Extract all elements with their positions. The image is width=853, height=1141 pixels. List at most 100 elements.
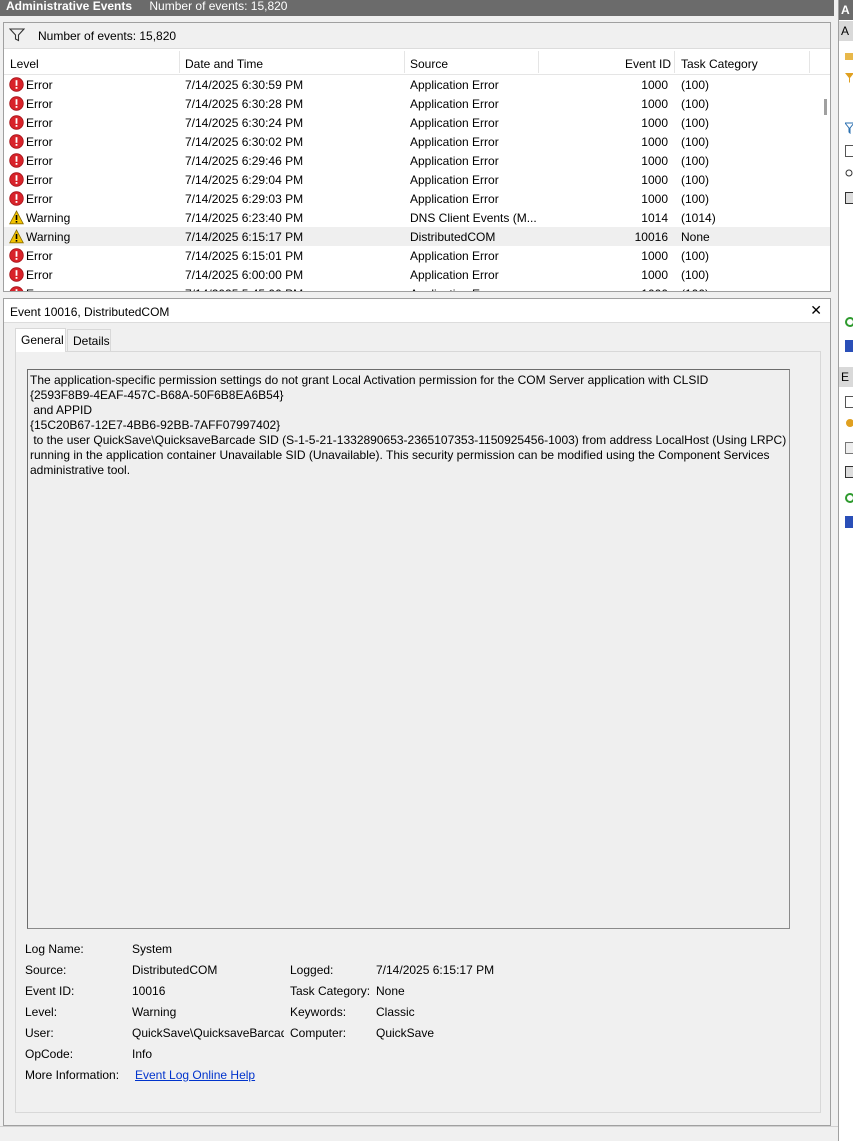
cell-level: Error (26, 173, 53, 187)
cell-source: DistributedCOM (410, 230, 496, 244)
column-event-id[interactable]: Event ID (625, 57, 671, 71)
keywords-label: Keywords: (290, 1005, 347, 1019)
refresh-icon[interactable] (845, 316, 853, 328)
cell-source: Application Error (410, 154, 499, 168)
filter-icon[interactable] (845, 72, 853, 84)
table-row[interactable]: Error 7/14/2025 6:00:00 PM Application Err… (4, 265, 830, 284)
save-selected-icon[interactable] (845, 466, 853, 478)
table-row[interactable]: Error 7/14/2025 6:30:24 PM Application Err… (4, 113, 830, 132)
table-row[interactable]: Error 7/14/2025 6:29:03 PM Application Err… (4, 189, 830, 208)
cell-date-time: 7/14/2025 6:23:40 PM (185, 211, 304, 225)
help-icon[interactable] (845, 516, 853, 528)
error-icon (9, 96, 24, 111)
opcode-value: Info (132, 1047, 153, 1061)
column-separator[interactable] (404, 51, 405, 73)
cell-event-id: 1000 (641, 116, 668, 130)
attach-task-icon[interactable] (845, 418, 853, 430)
cell-source: Application Error (410, 268, 499, 282)
table-row[interactable]: Error 7/14/2025 6:30:02 PM Application Err… (4, 132, 830, 151)
table-row[interactable]: Error 7/14/2025 6:29:46 PM Application Err… (4, 151, 830, 170)
status-strip (0, 1126, 838, 1141)
column-level[interactable]: Level (10, 57, 39, 71)
save-events-icon[interactable] (845, 192, 853, 204)
cell-level: Error (26, 78, 53, 92)
cell-level: Error (26, 192, 53, 206)
column-separator[interactable] (674, 51, 675, 73)
keywords-value: Classic (376, 1005, 415, 1019)
cell-date-time: 7/14/2025 6:00:00 PM (185, 268, 304, 282)
table-row[interactable]: Warning 7/14/2025 6:23:40 PM DNS Client Ev… (4, 208, 830, 227)
cell-date-time: 7/14/2025 6:30:24 PM (185, 116, 304, 130)
refresh-icon[interactable] (845, 492, 853, 504)
error-icon (9, 286, 24, 291)
cell-level: Warning (26, 211, 71, 225)
message-line: and APPID (30, 403, 93, 417)
event-properties-icon[interactable] (845, 396, 853, 408)
cell-source: Application Error (410, 173, 499, 187)
warning-icon (9, 210, 24, 225)
event-log-help-link[interactable]: Event Log Online Help (135, 1068, 255, 1082)
error-icon (9, 134, 24, 149)
cell-date-time: 7/14/2025 6:15:01 PM (185, 249, 304, 263)
cell-date-time: 7/14/2025 6:29:46 PM (185, 154, 304, 168)
find-icon[interactable] (845, 168, 853, 180)
column-separator[interactable] (538, 51, 539, 73)
cell-date-time: 7/14/2025 6:30:02 PM (185, 135, 304, 149)
open-folder-icon[interactable] (845, 50, 853, 62)
actions-subheader[interactable]: A (839, 21, 853, 41)
user-value: QuickSave\QuicksaveBarcad (132, 1026, 284, 1040)
error-icon (9, 153, 24, 168)
event-detail-panel: Event 10016, DistributedCOM ✕ General De… (3, 298, 831, 1126)
column-date-time[interactable]: Date and Time (185, 57, 263, 71)
copy-icon[interactable] (845, 442, 853, 454)
log-name-label: Log Name: (25, 942, 84, 956)
user-label: User: (25, 1026, 54, 1040)
cell-date-time: 7/14/2025 6:29:04 PM (185, 173, 304, 187)
task-category-value: None (376, 984, 405, 998)
table-row[interactable]: Error 7/14/2025 5:45:00 PM Application Err… (4, 284, 830, 291)
event-actions-header[interactable]: E (839, 367, 853, 387)
cell-event-id: 1000 (641, 173, 668, 187)
help-icon[interactable] (845, 340, 853, 352)
cell-source: DNS Client Events (M... (410, 211, 537, 225)
tab-general[interactable]: General (15, 328, 66, 352)
level-label: Level: (25, 1005, 58, 1019)
list-scrollbar-thumb[interactable] (824, 99, 827, 115)
event-list-panel: Number of events: 15,820 Level Date and … (3, 22, 831, 292)
filter-current-log-icon[interactable] (845, 122, 853, 134)
table-row[interactable]: Error 7/14/2025 6:15:01 PM Application Err… (4, 246, 830, 265)
cell-task-category: (100) (681, 78, 710, 92)
column-separator[interactable] (809, 51, 810, 73)
column-source[interactable]: Source (410, 57, 448, 71)
close-icon[interactable]: ✕ (810, 302, 822, 319)
cell-date-time: 7/14/2025 6:30:28 PM (185, 97, 304, 111)
message-line: administrative tool. (30, 463, 131, 477)
more-info-label: More Information: (25, 1068, 120, 1082)
filter-icon[interactable] (9, 28, 25, 42)
error-icon (9, 115, 24, 130)
actions-header[interactable]: A (839, 0, 853, 20)
cell-source: Application Error (410, 116, 499, 130)
computer-value: QuickSave (376, 1026, 435, 1040)
cell-date-time: 7/14/2025 6:30:59 PM (185, 78, 304, 92)
event-id-label: Event ID: (25, 984, 75, 998)
table-row[interactable]: Error 7/14/2025 6:30:59 PM Application Err… (4, 75, 830, 94)
table-row[interactable]: Warning 7/14/2025 6:15:17 PM DistributedCO… (4, 227, 830, 246)
event-id-value: 10016 (132, 984, 166, 998)
event-rows: Error 7/14/2025 6:30:59 PM Application Err… (4, 75, 830, 291)
cell-event-id: 1000 (641, 97, 668, 111)
properties-icon[interactable] (845, 145, 853, 157)
event-message[interactable]: The application-specific permission sett… (27, 369, 790, 929)
table-row[interactable]: Error 7/14/2025 6:30:28 PM Application Err… (4, 94, 830, 113)
column-separator[interactable] (179, 51, 180, 73)
filter-bar: Number of events: 15,820 (4, 23, 830, 49)
task-category-label: Task Category: (290, 984, 371, 998)
cell-task-category: (100) (681, 135, 710, 149)
cell-task-category: (100) (681, 287, 709, 291)
cell-event-id: 1000 (538, 287, 668, 291)
column-task-category[interactable]: Task Category (681, 57, 758, 71)
cell-event-id: 1000 (641, 135, 668, 149)
cell-source: Application Error (410, 249, 499, 263)
table-row[interactable]: Error 7/14/2025 6:29:04 PM Application Err… (4, 170, 830, 189)
tab-details[interactable]: Details (67, 329, 111, 351)
